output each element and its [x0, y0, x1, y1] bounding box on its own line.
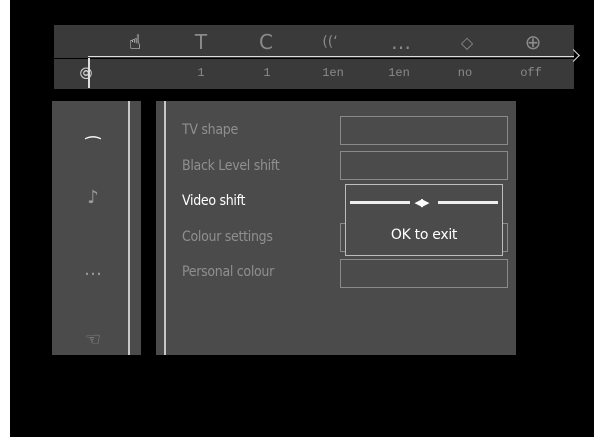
angle-value: no — [457, 66, 473, 80]
menu-item-personal-colour[interactable]: Personal colour — [182, 264, 274, 280]
chapter-icon[interactable]: C — [253, 30, 279, 54]
menu-item-tv-shape[interactable]: TV shape — [182, 122, 238, 138]
disc-icon: ⦾ — [79, 64, 93, 83]
menu-item-video-shift[interactable]: Video shift — [182, 193, 245, 209]
audio-icon[interactable]: ((‘ — [317, 30, 343, 54]
angle-icon[interactable]: ◇ — [454, 30, 480, 54]
chapter-value: 1 — [263, 66, 271, 80]
ok-to-exit-hint: OK to exit — [390, 227, 458, 243]
toolbar-divider-line — [88, 56, 574, 57]
status-divider — [88, 58, 90, 88]
title-icon[interactable]: T — [188, 30, 214, 54]
slider-knob[interactable]: ◀▶ — [410, 194, 432, 210]
zoom-value: off — [520, 66, 542, 80]
camera-angle-icon[interactable]: ☝ — [122, 30, 148, 54]
personal-colour-field[interactable] — [340, 259, 508, 288]
sound-tab-icon[interactable]: ♪ — [78, 185, 108, 209]
subtitle-icon[interactable]: … — [388, 30, 414, 54]
slider-track-right — [438, 201, 498, 204]
menu-item-black-level-shift[interactable]: Black Level shift — [182, 158, 280, 174]
slider-track-left — [350, 201, 410, 204]
zoom-icon[interactable]: ⊕ — [520, 30, 546, 54]
black-level-field[interactable] — [340, 151, 508, 180]
tabs-divider — [128, 101, 130, 355]
subtitle-value: 1en — [388, 66, 410, 80]
panel-divider — [164, 101, 166, 355]
status-bar: ⦾ 1 1 1en 1en no off — [54, 59, 574, 89]
features-tab-icon[interactable]: ☜ — [78, 327, 108, 351]
tv-screen: ☝ T C ((‘ … ◇ ⊕ ⦾ 1 1 1en 1en no off ⁔ ♪… — [10, 0, 594, 437]
video-shift-popup: ◀▶ OK to exit — [345, 184, 503, 256]
picture-setup-panel: TV shape Black Level shift Video shift C… — [156, 101, 516, 355]
audio-value: 1en — [322, 66, 344, 80]
title-value: 1 — [197, 66, 205, 80]
toolbar: ☝ T C ((‘ … ◇ ⊕ — [54, 25, 574, 58]
tv-shape-field[interactable] — [340, 116, 508, 145]
picture-tab-icon[interactable]: ⁔ — [78, 117, 108, 141]
language-tab-icon[interactable]: … — [78, 257, 108, 281]
menu-item-colour-settings[interactable]: Colour settings — [182, 229, 273, 245]
menu-tabs: ⁔ ♪ … ☜ — [52, 101, 141, 355]
